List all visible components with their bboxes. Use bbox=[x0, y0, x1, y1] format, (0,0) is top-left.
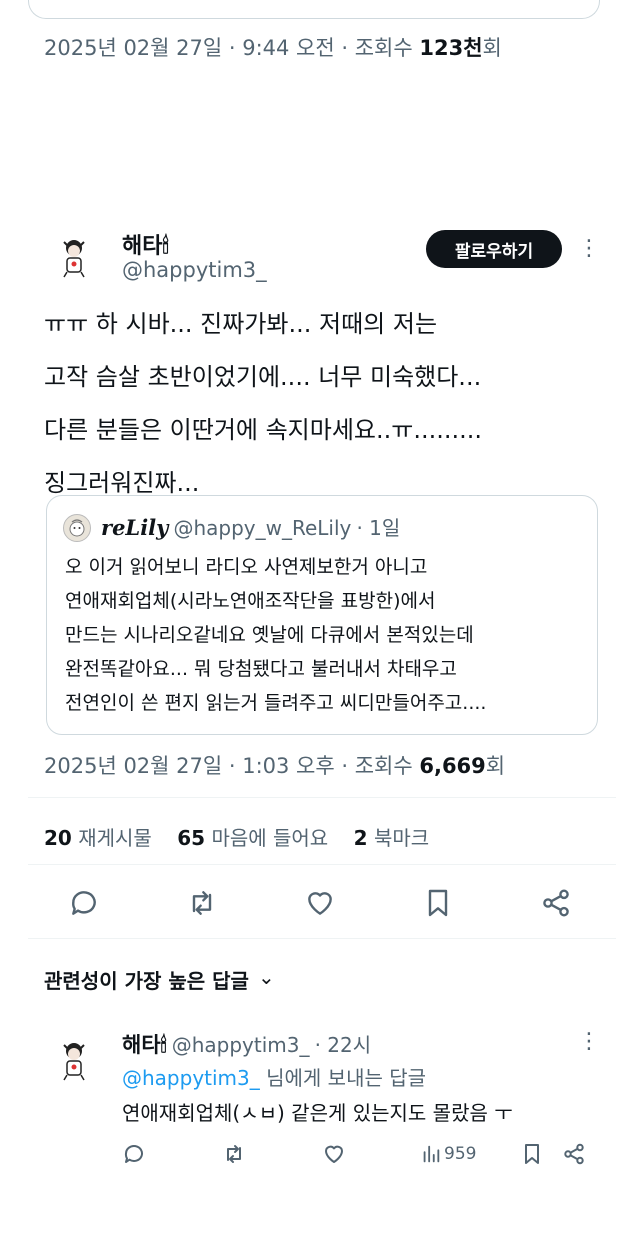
reply-to-line: @happytim3_ 님에게 보내는 답글 bbox=[122, 1062, 426, 1091]
more-options-icon[interactable]: ⋮ bbox=[578, 238, 600, 260]
reply-like-action[interactable] bbox=[322, 1142, 346, 1166]
divider bbox=[28, 797, 616, 798]
reply-header: 해타🕯 @happytim3_ · 22시 bbox=[122, 1029, 371, 1059]
heart-icon bbox=[325, 1145, 343, 1163]
likes-stat[interactable]: 65 마음에 들어요 bbox=[177, 826, 328, 850]
author-handle[interactable]: @happytim3_ bbox=[122, 258, 267, 282]
follow-button[interactable]: 팔로우하기 bbox=[426, 230, 562, 268]
tweet-meta: 2025년 02월 27일 · 1:03 오후 · 조회수 6,669회 bbox=[44, 750, 505, 780]
author-name[interactable]: 해타🕯 bbox=[122, 228, 169, 260]
reply-text: 연애재회업체(ㅅㅂ) 같은게 있는지도 몰랐음 ㅜ bbox=[122, 1101, 513, 1125]
tweet-views-suffix: 회 bbox=[485, 754, 506, 778]
top-tweet-date: 2025년 02월 27일 · 9:44 오전 · 조회수 bbox=[44, 36, 420, 60]
share-action[interactable] bbox=[540, 887, 572, 919]
bookmarks-label: 북마크 bbox=[373, 826, 430, 850]
reply-author-avatar[interactable] bbox=[50, 1035, 98, 1083]
quote-author-handle: @happy_w_ReLily bbox=[173, 516, 352, 540]
replies-sort-dropdown[interactable]: 관련성이 가장 높은 답글 ⌄ bbox=[44, 965, 275, 994]
reposts-count: 20 bbox=[44, 826, 72, 850]
reply-share-action[interactable] bbox=[562, 1142, 586, 1166]
quote-text-line: 전연인이 쓴 편지 읽는거 들려주고 씨디만들어주고.... bbox=[65, 692, 487, 714]
likes-label: 마음에 들어요 bbox=[211, 826, 329, 850]
reply-views[interactable]: 959 bbox=[420, 1143, 476, 1165]
avatar-illustration bbox=[50, 232, 98, 280]
bookmark-action[interactable] bbox=[422, 887, 454, 919]
avatar-illustration bbox=[50, 1035, 98, 1083]
reply-reply-action[interactable] bbox=[122, 1142, 146, 1166]
previous-tweet-card bbox=[28, 0, 600, 19]
tweet-text-line: 고작 슴살 초반이었기에.... 너무 미숙했다... bbox=[44, 363, 482, 391]
repost-action[interactable] bbox=[186, 887, 218, 919]
tweet-text-line: 다른 분들은 이딴거에 속지마세요..ㅠ......... bbox=[44, 416, 483, 444]
likes-count: 65 bbox=[177, 826, 206, 850]
quote-text-line: 오 이거 읽어보니 라디오 사연제보한거 아니고 bbox=[65, 556, 428, 578]
top-tweet-views-suffix: 회 bbox=[482, 36, 502, 60]
quote-author-name: reLily bbox=[101, 515, 169, 540]
bookmark-icon bbox=[428, 889, 448, 917]
author-avatar[interactable] bbox=[50, 232, 98, 280]
heart-icon bbox=[308, 892, 332, 915]
divider bbox=[28, 864, 616, 865]
reply-author-name[interactable]: 해타🕯 bbox=[122, 1033, 167, 1057]
divider bbox=[28, 938, 616, 939]
tweet-text: ㅠㅠ 하 시바... 진짜가봐... 저때의 저는 고작 슴살 초반이었기에..… bbox=[44, 298, 482, 510]
reply-more-options-icon[interactable]: ⋮ bbox=[578, 1031, 600, 1053]
views-bar-chart-icon bbox=[423, 1145, 440, 1163]
bookmarks-count: 2 bbox=[353, 826, 368, 850]
reply-to-suffix: 님에게 보내는 답글 bbox=[259, 1066, 427, 1090]
quote-text-line: 완전똑같아요... 뭐 당첨됐다고 불러내서 차태우고 bbox=[65, 658, 457, 680]
quote-header: reLily @happy_w_ReLily · 1일 bbox=[101, 512, 400, 541]
quoted-tweet[interactable]: reLily @happy_w_ReLily · 1일 오 이거 읽어보니 라디… bbox=[46, 495, 598, 735]
quote-text-line: 연애재회업체(시라노연애조작단을 표방한)에서 bbox=[65, 590, 436, 612]
share-icon bbox=[543, 889, 569, 917]
quote-text-line: 만드는 시나리오같네요 옛날에 다큐에서 본적있는데 bbox=[65, 624, 474, 646]
top-tweet-meta: 2025년 02월 27일 · 9:44 오전 · 조회수 123천회 bbox=[44, 32, 502, 62]
reply-to-handle-link[interactable]: @happytim3_ bbox=[122, 1066, 260, 1090]
chevron-down-icon: ⌄ bbox=[257, 965, 275, 989]
replies-sort-label: 관련성이 가장 높은 답글 bbox=[44, 969, 249, 993]
repost-icon bbox=[192, 891, 212, 915]
reply-repost-action[interactable] bbox=[222, 1142, 246, 1166]
bookmark-icon bbox=[525, 1144, 539, 1164]
reply-bookmark-action[interactable] bbox=[520, 1142, 544, 1166]
reply-views-count: 959 bbox=[444, 1144, 477, 1164]
tweet-views: 6,669 bbox=[419, 754, 486, 778]
reply-action[interactable] bbox=[68, 887, 100, 919]
quote-avatar-illustration bbox=[69, 519, 85, 537]
bookmarks-stat[interactable]: 2 북마크 bbox=[354, 826, 429, 850]
engagement-stats: 20 재게시물 65 마음에 들어요 2 북마크 bbox=[44, 822, 429, 851]
repost-icon bbox=[227, 1145, 241, 1163]
share-icon bbox=[564, 1143, 584, 1165]
tweet-text-line: ㅠㅠ 하 시바... 진짜가봐... 저때의 저는 bbox=[44, 310, 438, 338]
reply-time[interactable]: · 22시 bbox=[315, 1033, 372, 1057]
like-action[interactable] bbox=[304, 887, 336, 919]
quote-text: 오 이거 읽어보니 라디오 사연제보한거 아니고 연애재회업체(시라노연애조작단… bbox=[65, 550, 486, 720]
reposts-label: 재게시물 bbox=[78, 826, 152, 850]
reply-author-handle[interactable]: @happytim3_ bbox=[172, 1033, 310, 1057]
comment-icon bbox=[72, 891, 96, 915]
top-tweet-views: 123천 bbox=[419, 36, 483, 60]
quote-time: · 1일 bbox=[356, 516, 401, 540]
comment-icon bbox=[124, 1145, 143, 1163]
quote-avatar bbox=[63, 514, 91, 542]
tweet-date[interactable]: 2025년 02월 27일 · 1:03 오후 · 조회수 bbox=[44, 754, 419, 778]
reposts-stat[interactable]: 20 재게시물 bbox=[44, 826, 152, 850]
